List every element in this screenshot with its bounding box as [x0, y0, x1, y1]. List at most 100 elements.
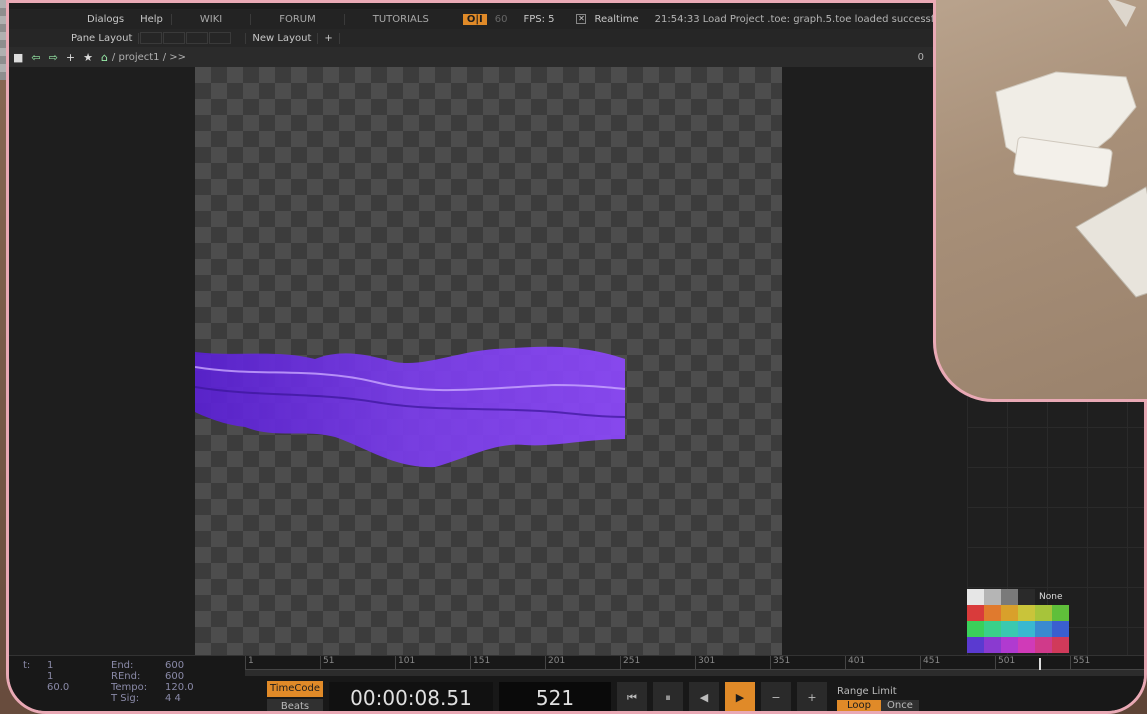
palette-swatch[interactable]	[984, 605, 1001, 621]
blank-value	[47, 693, 107, 704]
tempo-label: Tempo:	[111, 682, 148, 693]
palette-swatch[interactable]	[1018, 589, 1035, 605]
range-limit-group: Range Limit Loop Once	[837, 686, 919, 711]
fps-cap: 60	[494, 13, 508, 25]
rend-value[interactable]: 600	[165, 671, 184, 682]
tsig-label: T Sig:	[111, 693, 140, 704]
once-button[interactable]: Once	[880, 699, 919, 711]
start-label: t:	[23, 660, 31, 671]
frame-ruler[interactable]: 1 51 101 151 201 251 301 351 401 451 501…	[245, 656, 1144, 670]
ruler-tick: 251	[620, 656, 695, 669]
forward-icon[interactable]: ⇨	[49, 51, 58, 64]
fps-label	[23, 682, 43, 693]
step-forward-icon[interactable]: +	[797, 682, 827, 711]
rstart-label	[23, 671, 43, 682]
play-reverse-icon[interactable]: ◀	[689, 682, 719, 711]
home-icon[interactable]: ⌂	[101, 51, 108, 64]
viewer-pane[interactable]	[9, 67, 969, 657]
star-icon[interactable]: ★	[83, 51, 93, 64]
timecode-toggle[interactable]: TimeCode	[267, 681, 323, 697]
tab-forum[interactable]: FORUM	[250, 13, 344, 25]
palette-swatch[interactable]	[1018, 621, 1035, 637]
ruler-tick: 351	[770, 656, 845, 669]
pane-layout-button[interactable]: Pane Layout	[65, 32, 140, 44]
stop-icon[interactable]: ■	[13, 51, 23, 64]
step-back-icon[interactable]: −	[761, 682, 791, 711]
add-layout-button[interactable]: +	[318, 32, 340, 44]
play-forward-icon[interactable]: ▶	[725, 682, 755, 711]
layout-cell[interactable]	[209, 32, 232, 44]
palette-swatch[interactable]	[984, 621, 1001, 637]
ruler-tick: 551	[1070, 656, 1144, 669]
end-value[interactable]: 600	[165, 660, 184, 671]
palette-swatch[interactable]	[1001, 589, 1018, 605]
render-canvas[interactable]	[194, 67, 782, 657]
palette-swatch[interactable]	[1018, 605, 1035, 621]
start-value[interactable]: 1	[47, 660, 107, 671]
menu-dialogs[interactable]: Dialogs	[79, 14, 132, 25]
palette-swatch[interactable]	[967, 589, 984, 605]
palette-swatch[interactable]	[1001, 637, 1018, 653]
realtime-checkbox[interactable]: ✕	[576, 14, 587, 24]
palette-swatch[interactable]	[1035, 621, 1052, 637]
realtime-record-toggle[interactable]: O|I	[462, 13, 487, 25]
fps-value[interactable]: 60.0	[47, 682, 107, 693]
rewind-icon[interactable]: ⏮	[617, 682, 647, 711]
ruler-tick: 501	[995, 656, 1070, 669]
palette-swatch[interactable]	[967, 637, 984, 653]
ruler-tick: 151	[470, 656, 545, 669]
ruler-tick: 401	[845, 656, 920, 669]
ruler-tick: 451	[920, 656, 995, 669]
color-palette: None	[967, 589, 1071, 653]
palette-swatch[interactable]	[984, 589, 1001, 605]
tsig-value[interactable]: 4 4	[165, 693, 181, 704]
beats-toggle[interactable]: Beats	[267, 699, 323, 711]
palette-swatch[interactable]	[1052, 621, 1069, 637]
blank-label	[23, 693, 43, 704]
add-icon[interactable]: +	[66, 51, 75, 64]
palette-swatch[interactable]	[984, 637, 1001, 653]
end-label: End:	[111, 660, 134, 671]
layout-cell[interactable]	[163, 32, 186, 44]
tempo-value[interactable]: 120.0	[165, 682, 194, 693]
palette-swatch[interactable]	[1001, 621, 1018, 637]
rstart-value[interactable]: 1	[47, 671, 107, 682]
back-icon[interactable]: ⇦	[31, 51, 40, 64]
timeline-info: t: 1 End: 600 1 REnd: 600 60.0 Tempo: 120.0 T S…	[23, 660, 243, 704]
palette-swatch[interactable]	[1052, 637, 1069, 653]
palette-swatch[interactable]	[967, 605, 984, 621]
layout-cell[interactable]	[140, 32, 163, 44]
palette-swatch[interactable]	[967, 621, 984, 637]
palette-swatch[interactable]	[1035, 637, 1052, 653]
pause-icon[interactable]: ⏸	[653, 682, 683, 711]
palette-swatch[interactable]	[1018, 637, 1035, 653]
range-scrollbar[interactable]	[245, 670, 1144, 676]
fps-readout: FPS: 5	[523, 13, 555, 25]
timecode-display[interactable]: 00:00:08.51	[329, 682, 493, 711]
ruler-tick: 101	[395, 656, 470, 669]
ruler-tick: 51	[320, 656, 395, 669]
photo-objects	[995, 0, 1147, 298]
rend-label: REnd:	[111, 671, 141, 682]
layout-cell[interactable]	[186, 32, 209, 44]
playhead-marker[interactable]	[1039, 658, 1041, 670]
playback-controls: TimeCode Beats 00:00:08.51 521 ⏮ ⏸ ◀ ▶ −…	[245, 678, 919, 711]
tab-wiki[interactable]: WIKI	[170, 13, 250, 25]
palette-none-label[interactable]: None	[1035, 589, 1062, 605]
menu-help[interactable]: Help	[132, 14, 171, 25]
realtime-label: Realtime	[594, 13, 639, 25]
path-right-value: 0	[917, 51, 924, 63]
range-limit-label: Range Limit	[837, 685, 897, 697]
tab-tutorials[interactable]: TUTORIALS	[343, 13, 457, 25]
frame-display[interactable]: 521	[499, 682, 611, 711]
webcam-overlay-photo	[933, 0, 1147, 402]
network-path[interactable]: / project1 / >>	[112, 52, 186, 63]
palette-swatch[interactable]	[1052, 605, 1069, 621]
timeline-bar: t: 1 End: 600 1 REnd: 600 60.0 Tempo: 120.0 T S…	[9, 655, 1144, 711]
purple-ribbon-render	[194, 346, 626, 468]
loop-button[interactable]: Loop	[837, 699, 881, 711]
palette-swatch[interactable]	[1001, 605, 1018, 621]
palette-swatch[interactable]	[1035, 605, 1052, 621]
new-layout-button[interactable]: New Layout	[245, 32, 319, 44]
ruler-tick: 201	[545, 656, 620, 669]
